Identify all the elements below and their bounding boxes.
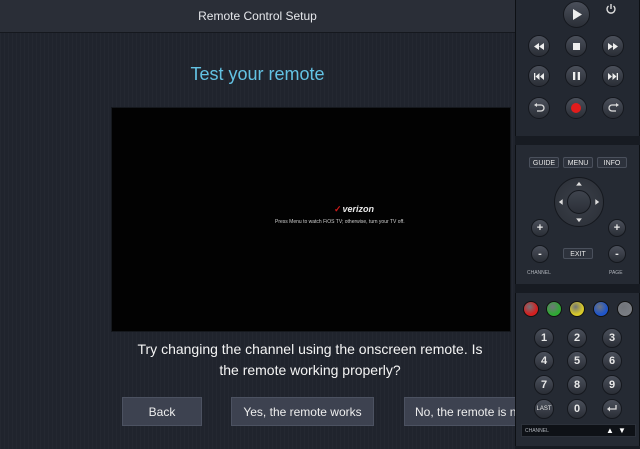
- rewind-button[interactable]: [528, 35, 550, 57]
- verizon-logo: ✓verizon: [334, 204, 375, 214]
- page-heading: Test your remote: [190, 64, 325, 84]
- ok-button[interactable]: [567, 190, 591, 214]
- number-3-button[interactable]: 3: [602, 328, 622, 348]
- stop-button[interactable]: [565, 35, 587, 57]
- power-button[interactable]: [602, 0, 620, 18]
- number-5-button[interactable]: 5: [567, 351, 587, 371]
- tv-screen-message: Press Menu to watch FiOS TV; otherwise, …: [275, 219, 405, 225]
- number-6-button[interactable]: 6: [602, 351, 622, 371]
- fast-forward-icon: [608, 42, 618, 50]
- blue-key[interactable]: [593, 301, 609, 317]
- skip-back-button[interactable]: [528, 65, 550, 87]
- instruction-line-1: Try changing the channel using the onscr…: [137, 341, 483, 357]
- record-button[interactable]: [565, 97, 587, 119]
- number-9-button[interactable]: 9: [602, 375, 622, 395]
- skip-forward-icon: [608, 72, 618, 80]
- number-8-button[interactable]: 8: [567, 375, 587, 395]
- yes-remote-works-button[interactable]: Yes, the remote works: [231, 397, 374, 426]
- rewind-icon: [534, 42, 544, 50]
- power-icon: [606, 4, 616, 14]
- number-4-button[interactable]: 4: [534, 351, 554, 371]
- replay-icon: [607, 103, 619, 112]
- channel-down-arrow-icon[interactable]: ▼: [618, 426, 626, 435]
- number-1-button[interactable]: 1: [534, 328, 554, 348]
- channel-up-arrow-icon[interactable]: ▲: [606, 426, 614, 435]
- no-remote-not-working-button[interactable]: No, the remote is n: [404, 397, 515, 426]
- title-bar: Remote Control Setup: [0, 0, 515, 33]
- navigation-panel: GUIDE MENU INFO + + - - EXIT CHANNEL PAG…: [515, 145, 640, 284]
- enter-button[interactable]: [602, 399, 622, 419]
- yellow-key[interactable]: [569, 301, 585, 317]
- number-2-button[interactable]: 2: [567, 328, 587, 348]
- play-icon: [572, 9, 582, 20]
- page-up-button[interactable]: +: [608, 219, 626, 237]
- transport-panel: [515, 0, 640, 136]
- menu-button[interactable]: MENU: [563, 157, 593, 168]
- fast-forward-button[interactable]: [602, 35, 624, 57]
- red-key[interactable]: [523, 301, 539, 317]
- onscreen-remote: GUIDE MENU INFO + + - - EXIT CHANNEL PAG…: [515, 0, 640, 449]
- record-icon: [571, 103, 581, 113]
- back-button[interactable]: Back: [122, 397, 202, 426]
- page-down-button[interactable]: -: [608, 245, 626, 263]
- replay-button[interactable]: [602, 97, 624, 119]
- dialog-title: Remote Control Setup: [198, 9, 317, 23]
- page-label: PAGE: [609, 270, 623, 276]
- skip-back-icon: [534, 72, 544, 80]
- play-button[interactable]: [563, 1, 590, 28]
- channel-entry-label: CHANNEL: [525, 428, 549, 434]
- pause-icon: [572, 72, 580, 80]
- number-0-button[interactable]: 0: [567, 399, 587, 419]
- guide-button[interactable]: GUIDE: [529, 157, 559, 168]
- channel-entry-bar: CHANNEL ▲ ▼: [521, 424, 636, 437]
- remote-setup-dialog: Remote Control Setup Test your remote ✓v…: [0, 0, 515, 449]
- channel-label: CHANNEL: [527, 270, 551, 276]
- skip-forward-button[interactable]: [602, 65, 624, 87]
- tv-preview-screen: ✓verizon Press Menu to watch FiOS TV; ot…: [111, 107, 511, 332]
- back-arrow-icon: [533, 103, 545, 112]
- instruction-line-2: the remote working properly?: [219, 362, 401, 378]
- gray-key[interactable]: [617, 301, 633, 317]
- exit-button[interactable]: EXIT: [563, 248, 593, 259]
- info-button[interactable]: INFO: [597, 157, 627, 168]
- number-pad-panel: 1 2 3 4 5 6 7 8 9 LAST 0 CHANNEL ▲ ▼: [515, 293, 640, 446]
- stop-icon: [572, 42, 580, 50]
- channel-down-button[interactable]: -: [531, 245, 549, 263]
- pause-button[interactable]: [565, 65, 587, 87]
- number-7-button[interactable]: 7: [534, 375, 554, 395]
- enter-arrow-icon: [607, 405, 617, 412]
- instruction-text: Try changing the channel using the onscr…: [110, 339, 510, 381]
- channel-up-button[interactable]: +: [531, 219, 549, 237]
- last-channel-button[interactable]: LAST: [534, 399, 554, 419]
- back-arrow-button[interactable]: [528, 97, 550, 119]
- green-key[interactable]: [546, 301, 562, 317]
